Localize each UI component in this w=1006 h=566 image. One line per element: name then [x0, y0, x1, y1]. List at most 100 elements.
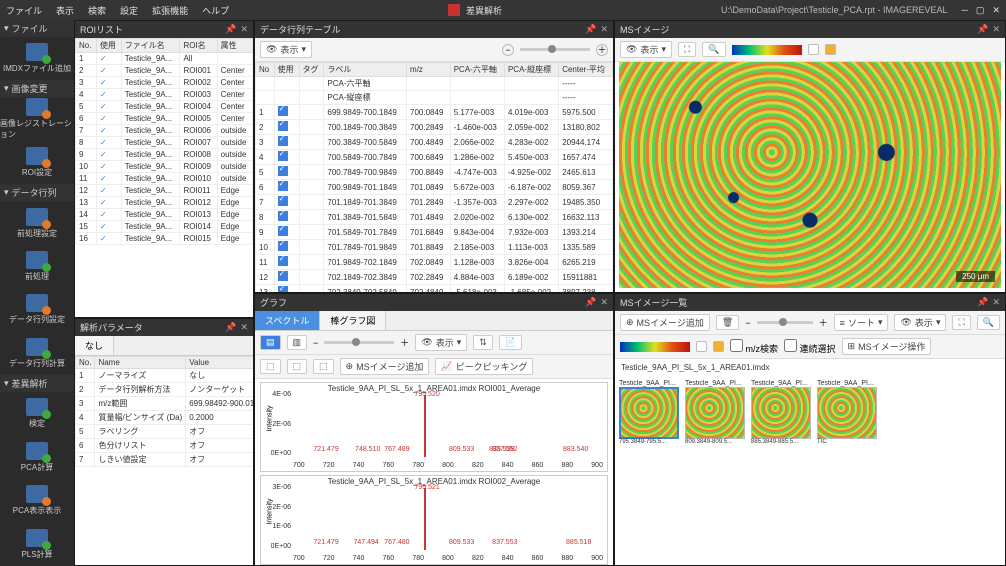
pin-icon[interactable]: 📌	[585, 24, 596, 35]
table-row[interactable]: 4✓Testicle_9A...ROI003Center	[76, 89, 253, 101]
ms-thumbnail[interactable]: Testicle_9AA_PI...885.3849-885.5...	[751, 380, 811, 445]
spectrum-chart-2[interactable]: Testicle_9AA_PI_SL_5x_1_AREA01.imdx ROI0…	[260, 475, 608, 565]
table-row[interactable]: 4700.5849-700.7849700.68491.286e-0025.45…	[256, 150, 613, 165]
checkbox[interactable]	[278, 256, 288, 266]
zoom-in-icon[interactable]: ＋	[596, 44, 608, 56]
menu-search[interactable]: 検索	[88, 4, 106, 17]
table-row[interactable]: 5700.7849-700.9849700.8849-4.747e-003-4.…	[256, 165, 613, 180]
pin-icon[interactable]: 📌	[225, 322, 236, 333]
menu-ext[interactable]: 拡張機能	[152, 4, 188, 17]
zoom-in-icon[interactable]: ＋	[400, 336, 409, 349]
table-row[interactable]: 9✓Testicle_9A...ROI008outside	[76, 149, 253, 161]
roi-col[interactable]: ファイル名	[121, 39, 180, 53]
color-amber-button[interactable]	[825, 44, 836, 55]
show-dropdown[interactable]: 👁 表示 ▾	[894, 314, 946, 331]
table-row[interactable]: 9701.5849-701.7849701.68499.843e-0047.93…	[256, 225, 613, 240]
table-row[interactable]: 5✓Testicle_9A...ROI004Center	[76, 101, 253, 113]
sidebar-matrix-calc[interactable]: データ行列計算	[0, 332, 74, 375]
menu-view[interactable]: 表示	[56, 4, 74, 17]
sidebar-pca-display[interactable]: PCA表示表示	[0, 479, 74, 522]
close-button[interactable]: ✕	[992, 5, 1000, 16]
zoom-out-icon[interactable]: −	[502, 44, 514, 56]
pin-icon[interactable]: 📌	[977, 24, 988, 35]
maximize-button[interactable]: ▢	[976, 5, 985, 16]
add-msimage-button[interactable]: ⊕ MSイメージ追加	[340, 358, 430, 375]
table-row[interactable]: 15✓Testicle_9A...ROI014Edge	[76, 221, 253, 233]
close-icon[interactable]: ✕	[600, 297, 608, 308]
table-row[interactable]: 10701.7849-701.9849701.88492.185e-0031.1…	[256, 240, 613, 255]
checkbox[interactable]	[278, 166, 288, 176]
sidebar-preprocess[interactable]: 前処理	[0, 245, 74, 288]
pin-icon[interactable]: 📌	[977, 297, 988, 308]
view-overlay-button[interactable]: ▤	[260, 335, 281, 350]
sidebar-matrix-set[interactable]: データ行列設定	[0, 288, 74, 331]
close-icon[interactable]: ✕	[992, 297, 1000, 308]
checkbox[interactable]	[278, 271, 288, 281]
close-icon[interactable]: ✕	[240, 24, 248, 35]
minimize-button[interactable]: ─	[962, 5, 968, 16]
table-row[interactable]: 7しきい値設定オフ	[76, 452, 254, 466]
table-row[interactable]: PCA-六平軸-----	[256, 77, 613, 91]
select-mode-3[interactable]: ⬚	[313, 359, 334, 374]
checkbox[interactable]	[278, 196, 288, 206]
table-row[interactable]: 2700.1849-700.3849700.2849-1.460e-0032.0…	[256, 120, 613, 135]
table-row[interactable]: 1✓Testicle_9A...All	[76, 53, 253, 65]
pin-icon[interactable]: 📌	[585, 297, 596, 308]
menu-help[interactable]: ヘルプ	[202, 4, 229, 17]
roi-col[interactable]: No.	[76, 39, 97, 53]
table-row[interactable]: 2✓Testicle_9A...ROI001Center	[76, 65, 253, 77]
checkbox[interactable]	[278, 106, 288, 116]
sort-dropdown[interactable]: ≡ ソート ▾	[834, 314, 889, 331]
table-row[interactable]: 1ノーマライズなし	[76, 368, 254, 382]
sidebar-preprocess-set[interactable]: 前処理設定	[0, 201, 74, 244]
table-row[interactable]: 12✓Testicle_9A...ROI011Edge	[76, 185, 253, 197]
close-icon[interactable]: ✕	[992, 24, 1000, 35]
table-row[interactable]: 16✓Testicle_9A...ROI015Edge	[76, 233, 253, 245]
table-row[interactable]: 6✓Testicle_9A...ROI005Center	[76, 113, 253, 125]
close-icon[interactable]: ✕	[240, 322, 248, 333]
table-row[interactable]: 4質量幅/ビンサイズ (Da)0.2000	[76, 410, 254, 424]
matrix-show-dropdown[interactable]: 👁 表示 ▾	[260, 41, 312, 58]
ms-thumbnail[interactable]: Testicle_9AA_PI...809.3849-809.5...	[685, 380, 745, 445]
fit-button[interactable]: ⛶	[952, 315, 970, 330]
rows-slider[interactable]	[324, 341, 394, 344]
table-row[interactable]: 12702.1849-702.3849702.28494.884e-0036.1…	[256, 270, 613, 285]
table-row[interactable]: 3700.3849-700.5849700.48492.066e-0024.28…	[256, 135, 613, 150]
zoom-out-icon[interactable]: −	[313, 338, 318, 348]
thumb-size-slider[interactable]	[757, 321, 813, 324]
pin-icon[interactable]: 📌	[225, 24, 236, 35]
checkbox[interactable]	[278, 211, 288, 221]
delete-button[interactable]: 🗑	[716, 315, 739, 330]
close-icon[interactable]: ✕	[600, 24, 608, 35]
table-row[interactable]: 6色分けリストオフ	[76, 438, 254, 452]
table-row[interactable]: 13✓Testicle_9A...ROI012Edge	[76, 197, 253, 209]
table-row[interactable]: 10✓Testicle_9A...ROI009outside	[76, 161, 253, 173]
graph-show-dropdown[interactable]: 👁 表示 ▾	[415, 334, 467, 351]
table-row[interactable]: 3m/z範囲699.98492-900.01506	[76, 396, 254, 410]
color-amber-button[interactable]	[713, 341, 724, 352]
peak-picking-button[interactable]: 📈 ピークピッキング	[435, 358, 533, 375]
color-white-button[interactable]	[696, 341, 707, 352]
checkbox[interactable]	[278, 181, 288, 191]
table-row[interactable]: 7✓Testicle_9A...ROI006outside	[76, 125, 253, 137]
sidebar-roi[interactable]: ROI設定	[0, 141, 74, 184]
menu-file[interactable]: ファイル	[6, 4, 42, 17]
table-row[interactable]: 8701.3849-701.5849701.48492.020e-0026.13…	[256, 210, 613, 225]
color-white-button[interactable]	[808, 44, 819, 55]
table-row[interactable]: 1699.9849-700.1849700.08495.177e-0034.01…	[256, 105, 613, 120]
checkbox[interactable]	[278, 121, 288, 131]
sidebar-registration[interactable]: 画像レジストレーション	[0, 97, 74, 140]
add-msimage-button[interactable]: ⊕ MSイメージ追加	[620, 314, 710, 331]
spectrum-chart-1[interactable]: Testicle_9AA_PI_SL_5x_1_AREA01.imdx ROI0…	[260, 382, 608, 472]
table-row[interactable]: 6700.9849-701.1849701.08495.672e-003-6.1…	[256, 180, 613, 195]
menu-opt[interactable]: 設定	[120, 4, 138, 17]
graph-norm-button[interactable]: ⇅	[473, 335, 493, 350]
checkbox[interactable]	[278, 136, 288, 146]
param-tab-none[interactable]: なし	[75, 336, 114, 355]
sidebar-pls[interactable]: PLS計算	[0, 523, 74, 566]
graph-export-button[interactable]: 📄	[499, 335, 522, 350]
ms-thumbnail[interactable]: Testicle_9AA_PI...TIC	[817, 380, 877, 445]
table-row[interactable]: PCA-縦座標-----	[256, 91, 613, 105]
view-stack-button[interactable]: ▥	[287, 335, 308, 350]
sidebar-pca[interactable]: PCA計算	[0, 436, 74, 479]
